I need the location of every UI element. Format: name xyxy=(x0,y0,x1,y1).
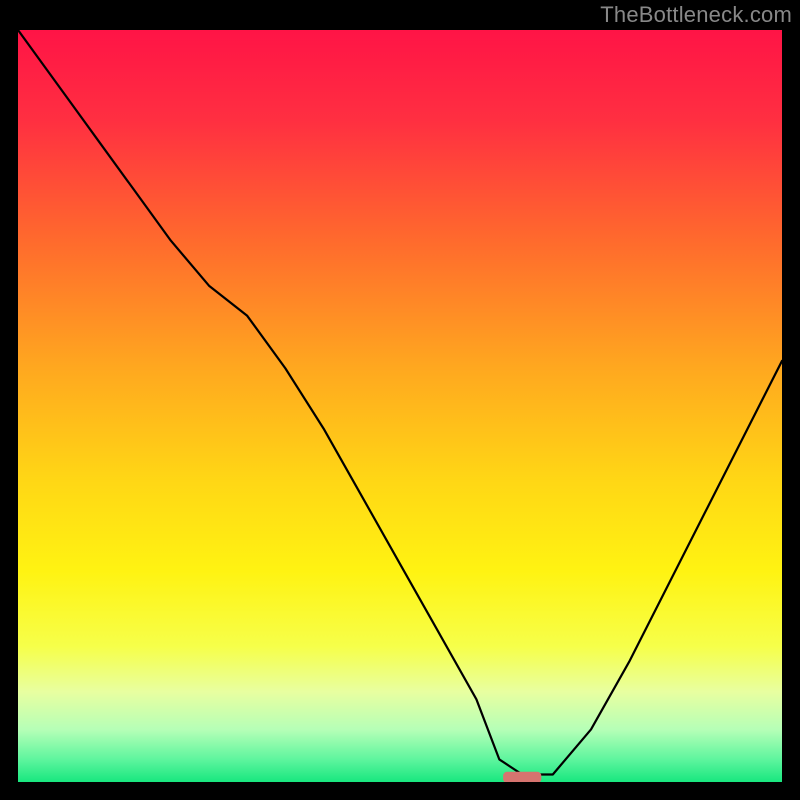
watermark-text: TheBottleneck.com xyxy=(600,2,792,28)
chart-svg xyxy=(18,30,782,782)
gradient-rect xyxy=(18,30,782,782)
optimal-marker xyxy=(503,772,541,782)
chart-frame: TheBottleneck.com xyxy=(0,0,800,800)
plot-area xyxy=(18,30,782,782)
